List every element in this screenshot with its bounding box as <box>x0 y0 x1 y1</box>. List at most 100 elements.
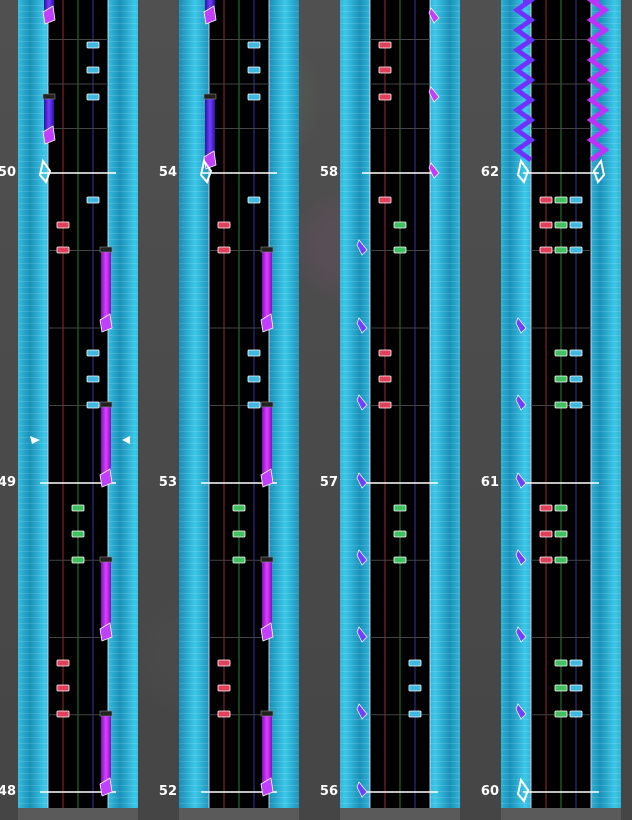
tap-note <box>378 375 392 383</box>
tap-note <box>393 504 407 512</box>
tap-note <box>554 556 568 564</box>
tap-note <box>569 375 583 383</box>
tap-note <box>569 221 583 229</box>
measure-number: 57 <box>320 475 338 490</box>
tap-note <box>393 221 407 229</box>
right-rail <box>430 0 460 810</box>
measure-number: 61 <box>481 475 499 490</box>
right-rail <box>269 0 299 810</box>
left-rail <box>179 0 209 810</box>
tap-note <box>554 349 568 357</box>
measure-number: 54 <box>159 165 177 180</box>
tap-note <box>554 196 568 204</box>
tap-note <box>86 196 100 204</box>
tap-note <box>86 349 100 357</box>
hold-head <box>260 710 274 717</box>
tap-note <box>217 246 231 254</box>
tap-note <box>569 196 583 204</box>
column-2 <box>179 0 299 820</box>
tap-note <box>217 659 231 667</box>
measure-number: 52 <box>159 784 177 799</box>
tap-note <box>378 196 392 204</box>
measure-number: 56 <box>320 784 338 799</box>
hold-head <box>99 246 113 253</box>
measure-number: 49 <box>0 475 16 490</box>
tap-note <box>217 684 231 692</box>
measure-number: 48 <box>0 784 16 799</box>
left-rail <box>18 0 48 810</box>
tap-note <box>247 41 261 49</box>
tap-note <box>539 246 553 254</box>
tap-note <box>569 684 583 692</box>
tap-note <box>247 196 261 204</box>
tap-note <box>408 684 422 692</box>
tap-note <box>247 349 261 357</box>
hold-head <box>99 710 113 717</box>
tap-note <box>56 246 70 254</box>
tap-note <box>86 41 100 49</box>
tap-note <box>393 556 407 564</box>
tap-note <box>539 556 553 564</box>
tap-note <box>378 349 392 357</box>
measure-number: 50 <box>0 165 16 180</box>
tap-note <box>56 710 70 718</box>
measure-number: 53 <box>159 475 177 490</box>
measure-number: 58 <box>320 165 338 180</box>
column-4 <box>501 0 621 820</box>
tap-note <box>539 221 553 229</box>
hold-head <box>260 401 274 408</box>
right-rail <box>108 0 138 810</box>
tap-note <box>569 349 583 357</box>
column-footer <box>501 808 621 820</box>
tap-note <box>554 710 568 718</box>
tap-note <box>247 401 261 409</box>
tap-note <box>569 710 583 718</box>
tap-note <box>408 659 422 667</box>
tap-note <box>554 684 568 692</box>
hold-head <box>99 556 113 563</box>
tap-note <box>393 530 407 538</box>
hold-head <box>260 246 274 253</box>
tap-note <box>217 710 231 718</box>
column-footer <box>18 808 138 820</box>
tap-note <box>71 556 85 564</box>
tap-note <box>554 659 568 667</box>
measure-number: 62 <box>481 165 499 180</box>
column-1 <box>18 0 138 820</box>
tap-note <box>554 530 568 538</box>
tap-note <box>554 375 568 383</box>
tap-note <box>554 221 568 229</box>
tap-note <box>232 530 246 538</box>
hold-head <box>42 93 56 100</box>
tap-note <box>232 556 246 564</box>
tap-note <box>378 93 392 101</box>
tap-note <box>393 246 407 254</box>
tap-note <box>217 221 231 229</box>
column-footer <box>340 808 460 820</box>
tap-note <box>56 684 70 692</box>
measure-number: 60 <box>481 784 499 799</box>
tap-note <box>86 375 100 383</box>
tap-note <box>378 401 392 409</box>
tap-note <box>569 246 583 254</box>
tap-note <box>86 401 100 409</box>
tap-note <box>539 530 553 538</box>
chart-area: 50 49 48 54 53 52 58 57 56 62 61 60 <box>0 0 621 820</box>
tap-note <box>378 66 392 74</box>
tap-note <box>378 41 392 49</box>
column-3 <box>340 0 460 820</box>
tap-note <box>539 504 553 512</box>
tap-note <box>232 504 246 512</box>
tap-note <box>569 401 583 409</box>
tap-note <box>247 375 261 383</box>
tap-note <box>247 93 261 101</box>
hold-head <box>260 556 274 563</box>
tap-note <box>554 401 568 409</box>
tap-note <box>56 221 70 229</box>
tap-note <box>71 530 85 538</box>
tap-note <box>247 66 261 74</box>
tap-note <box>554 246 568 254</box>
tap-note <box>539 196 553 204</box>
tap-note <box>56 659 70 667</box>
hold-head <box>203 93 217 100</box>
